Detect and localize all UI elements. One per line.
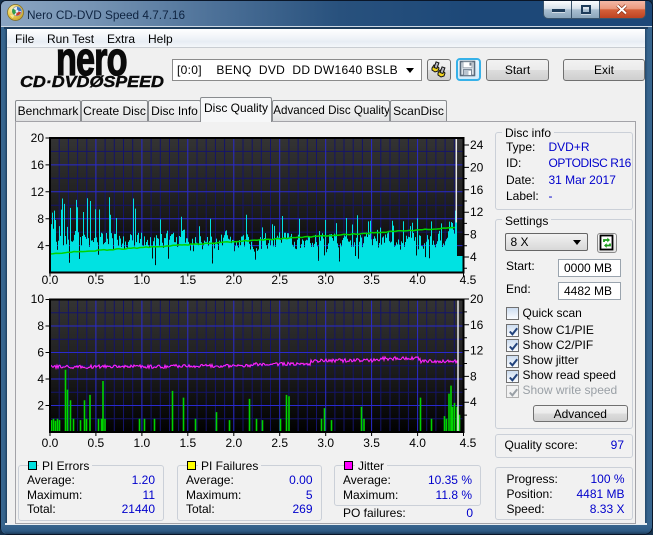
- svg-text:0.5: 0.5: [88, 273, 105, 287]
- svg-text:4.5: 4.5: [460, 436, 477, 450]
- svg-text:8: 8: [37, 319, 44, 333]
- svg-text:6: 6: [37, 346, 44, 360]
- svg-text:4: 4: [37, 372, 44, 386]
- svg-text:20: 20: [31, 131, 45, 145]
- svg-text:4: 4: [470, 250, 477, 264]
- svg-text:4: 4: [470, 395, 477, 409]
- svg-text:4: 4: [37, 239, 44, 253]
- svg-text:8: 8: [37, 212, 44, 226]
- svg-text:4.5: 4.5: [460, 273, 477, 287]
- svg-text:1.5: 1.5: [179, 273, 196, 287]
- svg-text:3.0: 3.0: [317, 273, 334, 287]
- svg-text:1.5: 1.5: [179, 436, 196, 450]
- svg-text:20: 20: [470, 292, 484, 306]
- svg-text:0.5: 0.5: [88, 436, 105, 450]
- svg-text:2.5: 2.5: [271, 273, 288, 287]
- svg-text:4.0: 4.0: [409, 273, 426, 287]
- svg-text:12: 12: [470, 205, 484, 219]
- svg-text:4.0: 4.0: [409, 436, 426, 450]
- svg-text:20: 20: [470, 160, 484, 174]
- svg-text:12: 12: [470, 344, 484, 358]
- svg-text:2.0: 2.0: [225, 436, 242, 450]
- svg-text:16: 16: [470, 183, 484, 197]
- svg-text:3.0: 3.0: [317, 436, 334, 450]
- svg-text:3.5: 3.5: [363, 436, 380, 450]
- svg-text:1.0: 1.0: [134, 436, 151, 450]
- svg-text:1.0: 1.0: [134, 273, 151, 287]
- svg-text:8: 8: [470, 228, 477, 242]
- svg-text:16: 16: [31, 158, 45, 172]
- svg-text:2.0: 2.0: [225, 273, 242, 287]
- svg-text:12: 12: [31, 185, 45, 199]
- svg-text:0.0: 0.0: [42, 436, 59, 450]
- svg-text:3.5: 3.5: [363, 273, 380, 287]
- svg-text:2.5: 2.5: [271, 436, 288, 450]
- svg-text:10: 10: [31, 292, 45, 306]
- svg-text:8: 8: [470, 369, 477, 383]
- svg-text:0.0: 0.0: [42, 273, 59, 287]
- svg-text:2: 2: [37, 399, 44, 413]
- svg-text:24: 24: [470, 138, 484, 152]
- svg-text:16: 16: [470, 318, 484, 332]
